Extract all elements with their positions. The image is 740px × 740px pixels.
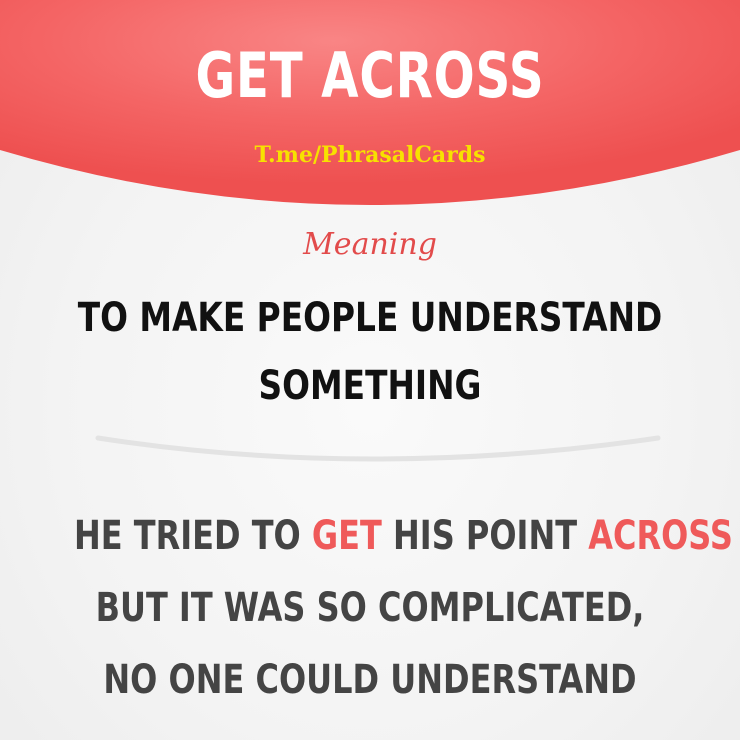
example-text: HE TRIED TO bbox=[74, 513, 312, 559]
example-line: NO ONE COULD UNDERSTAND bbox=[103, 657, 637, 703]
phrasal-verb-card: GET ACROSS T.me/PhrasalCards Meaning TO … bbox=[0, 0, 740, 740]
divider-arc bbox=[95, 435, 661, 462]
example-sentence: HE TRIED TO GET HIS POINT ACROSS BUT IT … bbox=[0, 500, 740, 716]
example-highlight: ACROSS bbox=[588, 513, 733, 559]
example-line: BUT IT WAS SO COMPLICATED, bbox=[95, 585, 645, 631]
example-line: HE TRIED TO GET HIS POINT ACROSS bbox=[74, 500, 733, 572]
definition-line: TO MAKE PEOPLE UNDERSTAND bbox=[77, 295, 663, 341]
meaning-label: Meaning bbox=[303, 227, 437, 262]
definition-line: SOMETHING bbox=[258, 363, 482, 409]
definition-text: TO MAKE PEOPLE UNDERSTAND SOMETHING bbox=[0, 284, 740, 420]
example-highlight: GET bbox=[311, 513, 382, 559]
channel-watermark: T.me/PhrasalCards bbox=[254, 142, 486, 168]
phrasal-verb-title: GET ACROSS bbox=[195, 39, 545, 112]
example-text: HIS POINT bbox=[381, 513, 589, 559]
